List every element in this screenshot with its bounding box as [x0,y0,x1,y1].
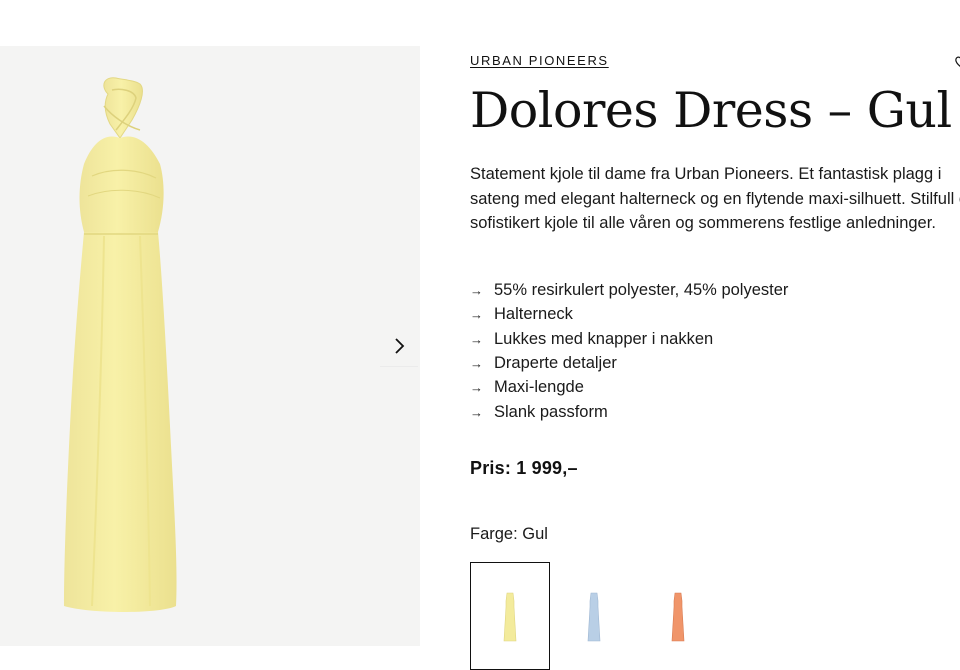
brand-link[interactable]: URBAN PIONEERS [470,53,609,68]
chevron-right-icon [395,338,405,354]
color-swatches [470,562,722,670]
product-info: URBAN PIONEERS Dolores Dress – Gul State… [470,52,960,544]
product-description: Statement kjole til dame fra Urban Pione… [470,165,960,232]
product-page: URBAN PIONEERS Dolores Dress – Gul State… [0,0,960,670]
feature-text: 55% resirkulert polyester, 45% polyester [494,281,789,300]
swatch-dress-thumbnail [671,592,685,642]
arrow-right-icon: → [470,356,483,372]
feature-text: Draperte detaljer [494,354,617,373]
color-label: Farge: Gul [470,525,548,544]
feature-item: → Halterneck [470,303,960,327]
arrow-right-icon: → [470,380,483,396]
product-price: Pris: 1 999,– [470,458,578,479]
feature-text: Halterneck [494,305,573,324]
feature-list: → 55% resirkulert polyester, 45% polyest… [470,279,960,425]
gallery-next-button[interactable] [380,326,418,367]
product-image [64,77,177,612]
arrow-right-icon: → [470,331,483,347]
arrow-right-icon: → [470,307,483,323]
feature-text: Slank passform [494,402,608,421]
color-swatch-gul[interactable] [470,562,550,670]
feature-item: → Lukkes med knapper i nakken [470,327,960,351]
feature-item: → Maxi-lengde [470,376,960,400]
feature-item: → Slank passform [470,400,960,424]
product-gallery [0,46,420,646]
arrow-right-icon: → [470,283,483,299]
feature-item: → Draperte detaljer [470,351,960,375]
swatch-dress-thumbnail [587,592,601,642]
feature-text: Lukkes med knapper i nakken [494,329,714,348]
color-swatch-orange[interactable] [638,562,718,670]
arrow-right-icon: → [470,404,483,420]
product-title: Dolores Dress – Gul [470,82,952,139]
feature-text: Maxi-lengde [494,378,584,397]
feature-item: → 55% resirkulert polyester, 45% polyest… [470,279,960,303]
swatch-dress-thumbnail [503,592,517,642]
color-swatch-blue[interactable] [554,562,634,670]
